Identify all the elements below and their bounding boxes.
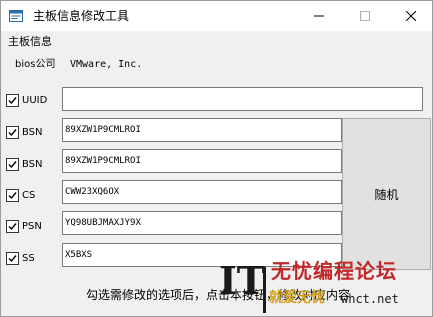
ss-label: SS <box>22 253 35 264</box>
psn-label: PSN <box>22 221 42 232</box>
bsn-2-field[interactable]: 89XZW1P9CMLROI <box>62 149 342 173</box>
app-window-icon <box>8 8 24 24</box>
uuid-field[interactable] <box>62 87 423 111</box>
checkmark-icon <box>8 161 17 169</box>
ss-field[interactable]: X5BXS <box>62 243 342 267</box>
bsn-2-checkbox[interactable] <box>6 158 19 171</box>
uuid-label: UUID <box>22 95 48 106</box>
cs-field[interactable]: CWW23XQ6OX <box>62 180 342 204</box>
checkmark-icon <box>8 97 17 105</box>
maximize-button[interactable] <box>342 1 388 31</box>
bios-value: VMware, Inc. <box>70 59 143 70</box>
footer-hint: 勾选需修改的选项后，点击本按钮，修改对应内容 <box>86 288 351 302</box>
bsn-label: BSN <box>22 127 43 138</box>
psn-checkbox[interactable] <box>6 220 19 233</box>
bios-label: bios公司 <box>15 59 56 70</box>
checkmark-icon <box>8 129 17 137</box>
close-button[interactable] <box>388 1 432 31</box>
cs-label: CS <box>22 190 36 201</box>
checkmark-icon <box>8 255 17 263</box>
bsn-field[interactable]: 89XZW1P9CMLROI <box>62 118 342 142</box>
app-window: 主板信息修改工具 主板信息 bios公司 VMware, Inc. UUID B… <box>0 0 433 317</box>
psn-field[interactable]: YQ98UBJMAXJY9X <box>62 211 342 235</box>
group-label: 主板信息 <box>8 35 52 48</box>
uuid-checkbox[interactable] <box>6 94 19 107</box>
cs-checkbox[interactable] <box>6 189 19 202</box>
random-button[interactable]: 随机 <box>342 118 431 270</box>
checkmark-icon <box>8 192 17 200</box>
minimize-button[interactable] <box>296 1 342 31</box>
checkmark-icon <box>8 223 17 231</box>
ss-checkbox[interactable] <box>6 252 19 265</box>
minimize-icon <box>314 15 324 17</box>
window-title: 主板信息修改工具 <box>33 9 130 23</box>
close-icon <box>406 11 416 21</box>
maximize-icon <box>360 11 370 21</box>
title-bar[interactable]: 主板信息修改工具 <box>1 1 432 31</box>
bsn-checkbox[interactable] <box>6 126 19 139</box>
bsn-2-label: BSN <box>22 159 43 170</box>
